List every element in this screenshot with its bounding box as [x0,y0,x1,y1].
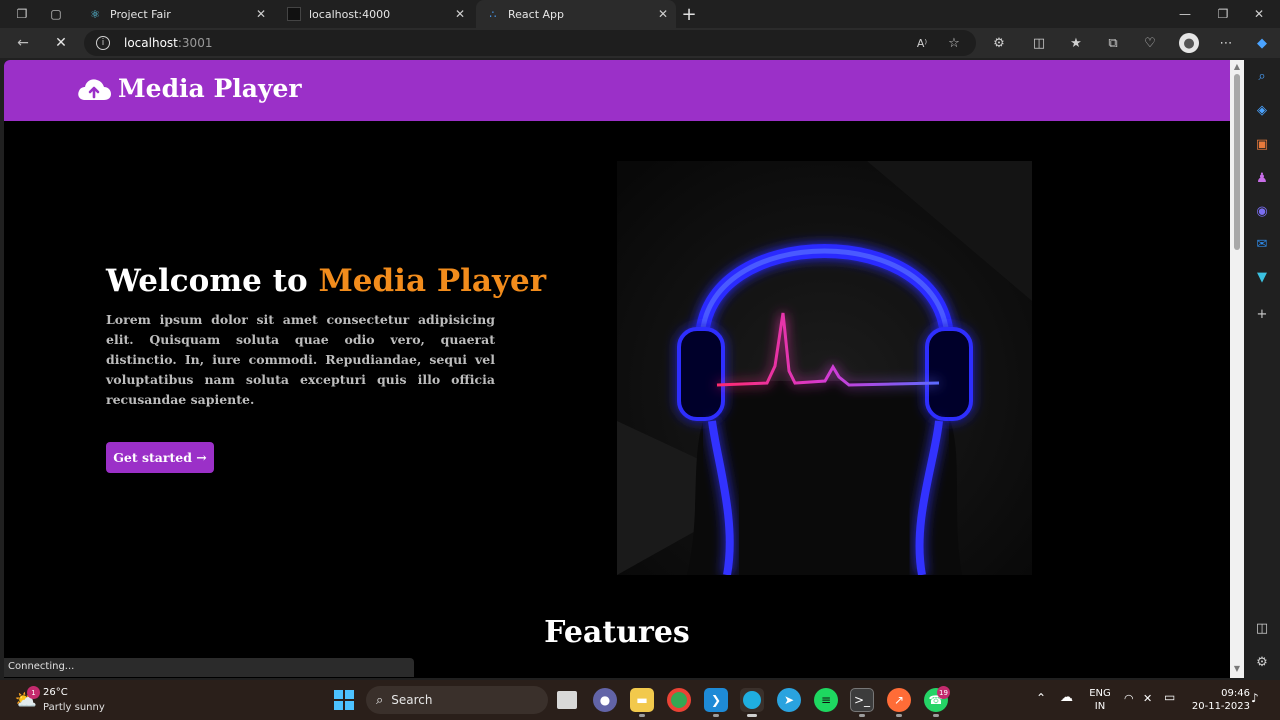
browser-essentials-icon[interactable]: ♡ [1140,33,1160,53]
browser-tab-bar: ❐ ▢ ⚛ Project Fair ✕ localhost:4000 ✕ ∴ … [0,0,1280,28]
muted-speaker-icon[interactable]: ✕ [1143,692,1152,705]
spotify-icon[interactable]: ≡ [814,688,838,712]
site-info-icon[interactable]: i [96,36,110,50]
more-options-icon[interactable]: ⋯ [1216,33,1236,53]
headphones-pulse-illustration [617,161,1032,575]
new-tab-icon[interactable]: + [677,2,701,26]
scrollbar-thumb[interactable] [1234,74,1240,250]
language-indicator[interactable]: ENG IN [1088,687,1112,713]
tab-localhost-4000[interactable]: localhost:4000 ✕ [277,0,473,28]
edge-icon[interactable] [740,688,764,712]
dark-page-icon [287,7,301,21]
vscode-icon[interactable]: ❯ [704,688,728,712]
favorite-star-icon[interactable]: ☆ [944,33,964,53]
shopping-tag-icon[interactable]: ◈ [1252,100,1272,120]
show-hidden-icons-icon[interactable]: ⌃ [1036,692,1046,705]
profile-avatar-icon[interactable]: ● [1179,33,1199,53]
collections-icon[interactable]: ⧉ [1103,33,1123,53]
windows-taskbar: ⛅ 1 26°C Partly sunny ⌕ Search ● ▬ ❯ ➤ ≡… [0,680,1280,720]
weather-temperature: 26°C [43,687,68,698]
onedrive-icon[interactable]: ☁ [1060,691,1073,704]
browser-sidebar: ⌕ ◈ ▣ ♟ ◉ ✉ ▼ + ◫ ⚙ [1244,58,1280,680]
search-icon[interactable]: ⌕ [1252,66,1272,86]
hero-title-accent: Media Player [318,263,547,299]
favorites-icon[interactable]: ★ [1066,33,1086,53]
settings-gear-icon[interactable]: ⚙ [1252,652,1272,672]
close-window-icon[interactable]: ✕ [1240,0,1278,28]
close-icon[interactable]: ✕ [256,7,266,21]
address-bar[interactable]: i localhost:3001 A⁾ ☆ [84,30,976,56]
terminal-icon[interactable]: >_ [850,688,874,712]
features-heading: Features [544,615,690,650]
status-bar: Connecting... [4,658,414,677]
workspaces-icon[interactable]: ❐ [10,2,34,26]
games-icon[interactable]: ♟ [1252,168,1272,188]
postman-icon[interactable]: ↗ [887,688,911,712]
battery-icon[interactable]: ▭ [1164,691,1175,704]
weather-description: Partly sunny [43,702,105,713]
back-icon[interactable]: ← [12,32,34,54]
copilot-icon[interactable]: ◆ [1252,33,1272,53]
search-label: Search [391,693,433,707]
url-text[interactable]: localhost:3001 [124,36,212,50]
search-icon: ⌕ [376,692,384,708]
running-indicator [639,714,645,717]
whatsapp-badge: 19 [937,686,950,699]
loading-icon: ∴ [489,7,497,21]
hero-title: Welcome to Media Player [106,263,547,299]
close-icon[interactable]: ✕ [658,7,668,21]
running-indicator [933,714,939,717]
chrome-icon[interactable] [667,688,691,712]
tab-title: localhost:4000 [309,7,391,21]
tab-project-fair[interactable]: ⚛ Project Fair ✕ [78,0,274,28]
outlook-icon[interactable]: ✉ [1252,234,1272,254]
tab-title: Project Fair [110,7,171,21]
tab-title: React App [508,7,565,21]
minimize-icon[interactable]: — [1166,0,1204,28]
file-explorer-icon[interactable]: ▬ [630,688,654,712]
add-icon[interactable]: + [1252,304,1272,324]
tools-icon[interactable]: ▣ [1252,134,1272,154]
tab-actions-icon[interactable]: ▢ [44,2,68,26]
brand-name: Media Player [118,74,302,103]
tab-react-app[interactable]: ∴ React App ✕ [476,0,676,28]
windows-start-icon[interactable] [332,688,356,712]
page-viewport: Media Player Welcome to Media Player Lor… [4,60,1230,678]
running-indicator [896,714,902,717]
close-icon[interactable]: ✕ [455,7,465,21]
hero-description: Lorem ipsum dolor sit amet consectetur a… [106,312,495,407]
weather-widget[interactable]: ⛅ 1 26°C Partly sunny [14,684,124,716]
wifi-icon[interactable]: ◠ [1124,692,1134,705]
running-indicator [859,714,865,717]
app-navbar: Media Player [4,60,1230,121]
hide-sidebar-icon[interactable]: ◫ [1252,618,1272,638]
stop-loading-icon[interactable]: ✕ [50,32,72,54]
extensions-icon[interactable]: ⚙ [989,33,1009,53]
split-screen-icon[interactable]: ◫ [1029,33,1049,53]
microsoft-365-icon[interactable]: ◉ [1252,201,1272,221]
weather-badge: 1 [27,686,40,699]
running-indicator [747,714,757,717]
telegram-icon[interactable]: ➤ [777,688,801,712]
task-view-icon[interactable] [557,691,577,709]
running-indicator [713,714,719,717]
drop-icon[interactable]: ▼ [1252,267,1272,287]
scroll-down-icon[interactable]: ▼ [1232,664,1242,674]
clock[interactable]: 09:46 20-11-2023 [1186,687,1250,713]
scroll-up-icon[interactable]: ▲ [1232,62,1242,72]
read-aloud-icon[interactable]: A⁾ [912,33,932,53]
brand-link[interactable]: Media Player [76,74,302,103]
maximize-icon[interactable]: ❐ [1204,0,1242,28]
hero-headphones-image [617,161,1032,575]
cloud-upload-icon [78,78,111,100]
chat-icon[interactable]: ● [593,688,617,712]
get-started-button[interactable]: Get started → [106,442,214,473]
page-scrollbar[interactable]: ▲ ▼ [1230,60,1244,678]
react-icon: ⚛ [90,7,100,21]
address-toolbar: ← ✕ i localhost:3001 A⁾ ☆ ⚙ ◫ ★ ⧉ ♡ ● ⋯ … [0,28,1280,58]
notification-bell-icon[interactable]: ♪ [1251,692,1259,705]
taskbar-search[interactable]: ⌕ Search [366,686,548,714]
